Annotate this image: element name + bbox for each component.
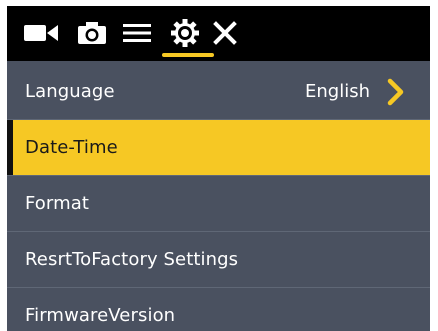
camera-settings-screen: Language English Date-Time Format ResrtT… [7, 6, 430, 331]
menu-item-label: Language [25, 81, 115, 102]
settings-menu-list: Language English Date-Time Format ResrtT… [7, 64, 430, 331]
language-value: English [305, 81, 370, 102]
menu-item-firmware-version[interactable]: FirmwareVersion [7, 288, 430, 331]
menu-item-language[interactable]: Language English [7, 64, 430, 120]
photo-camera-icon[interactable] [75, 20, 109, 46]
menu-item-label: ResrtToFactory Settings [25, 249, 239, 270]
menu-item-label: FirmwareVersion [25, 305, 176, 326]
menu-item-format[interactable]: Format [7, 176, 430, 232]
video-camera-icon[interactable] [21, 20, 61, 46]
active-tab-indicator [162, 53, 214, 57]
menu-item-label: Date-Time [25, 137, 118, 158]
chevron-right-icon[interactable] [386, 78, 406, 106]
menu-item-reset-factory-settings[interactable]: ResrtToFactory Settings [7, 232, 430, 288]
menu-item-label: Format [25, 193, 90, 214]
selection-marker [7, 120, 13, 175]
top-toolbar [7, 6, 430, 61]
menu-item-date-time[interactable]: Date-Time [7, 120, 430, 176]
close-icon[interactable] [210, 20, 240, 46]
settings-gear-icon[interactable] [168, 19, 202, 47]
list-menu-icon[interactable] [119, 20, 155, 46]
